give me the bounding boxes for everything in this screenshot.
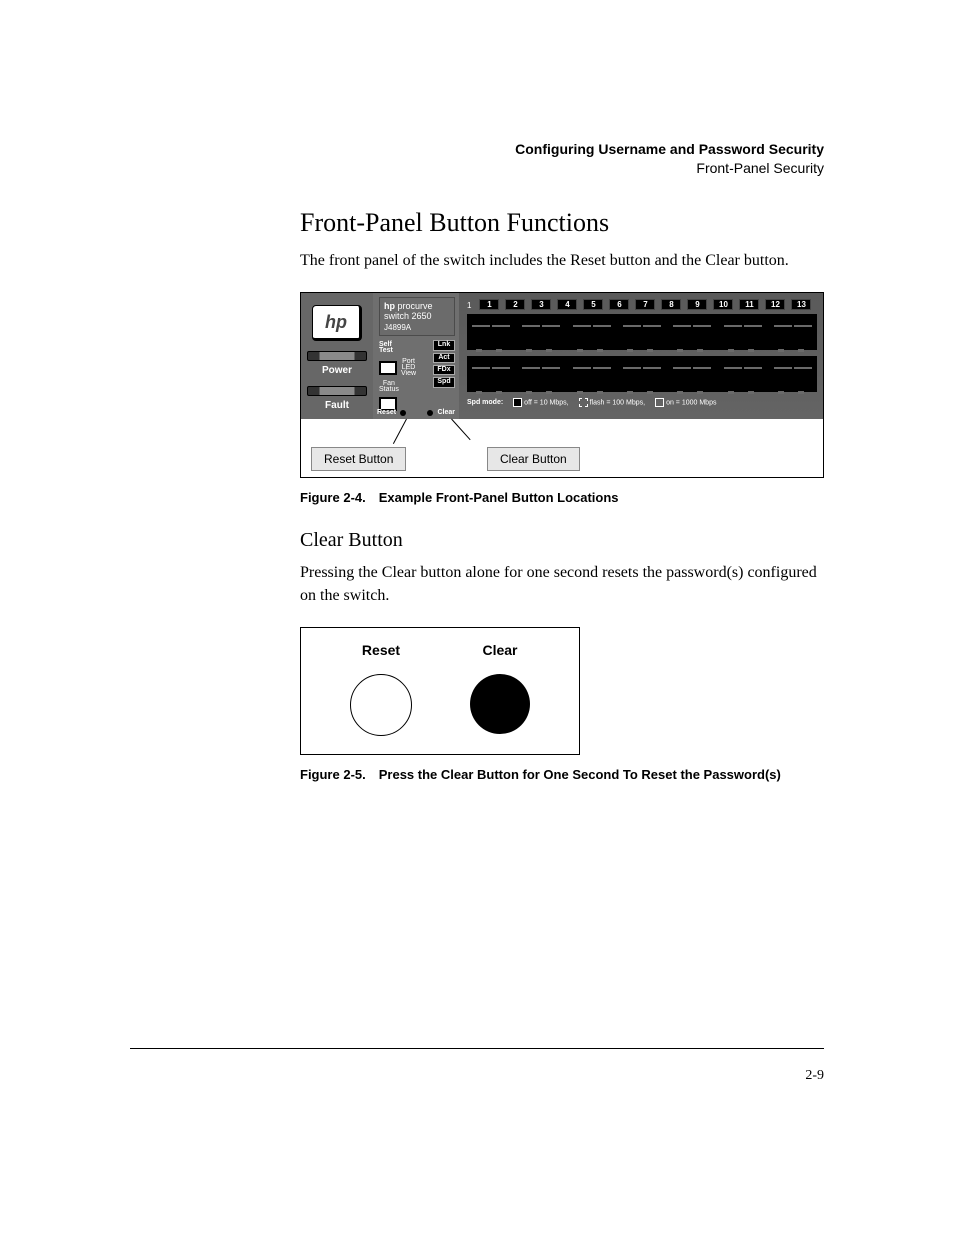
callout-clear: Clear Button <box>487 447 580 471</box>
section-heading: Front-Panel Button Functions <box>300 208 824 238</box>
spd-mode-legend: Spd mode: off = 10 Mbps, flash = 100 Mbp… <box>467 398 817 407</box>
page-number: 2-9 <box>805 1068 824 1084</box>
badge-lnk: Lnk <box>433 340 455 350</box>
fault-label: Fault <box>301 400 373 411</box>
figure-2-4-caption: Figure 2-4. Example Front-Panel Button L… <box>300 490 824 505</box>
figure-2-4: hp Power Fault hp procurve switch 2650 J… <box>300 292 824 478</box>
clear-button-paragraph: Pressing the Clear button alone for one … <box>300 562 820 607</box>
clear-button-icon <box>427 410 433 416</box>
fan-status-label: Fan Status <box>379 381 399 394</box>
port-number-row: 1 1 2 3 4 5 6 7 8 9 10 11 12 13 <box>467 299 817 310</box>
clear-button-heading: Clear Button <box>300 529 824 552</box>
fig25-clear-label: Clear <box>482 642 517 658</box>
hp-logo-icon: hp <box>312 305 362 341</box>
port-row-top <box>467 314 817 350</box>
self-test-label: Self Test <box>379 342 416 355</box>
power-led-bar <box>307 351 367 361</box>
header-chapter: Configuring Username and Password Securi… <box>130 140 824 159</box>
port-row-bottom <box>467 356 817 392</box>
model-plate: hp procurve switch 2650 J4899A <box>379 297 455 336</box>
header-section: Front-Panel Security <box>130 159 824 178</box>
reset-label: Reset <box>377 409 396 416</box>
fig25-reset-label: Reset <box>362 642 400 658</box>
badge-act: Act <box>433 353 455 363</box>
intro-paragraph: The front panel of the switch includes t… <box>300 250 824 272</box>
port-led-view-label: Port LED View <box>401 359 416 378</box>
clear-label: Clear <box>437 409 455 416</box>
reset-button-icon <box>400 410 406 416</box>
footer-rule <box>130 1048 824 1049</box>
fault-led-bar <box>307 386 367 396</box>
badge-spd: Spd <box>433 377 455 387</box>
reset-circle-icon <box>350 674 412 736</box>
badge-fdx: FDx <box>433 365 455 375</box>
clear-circle-icon <box>470 674 530 734</box>
self-test-led <box>379 361 397 375</box>
figure-2-5: Reset Clear <box>300 627 580 755</box>
power-label: Power <box>301 365 373 376</box>
running-header: Configuring Username and Password Securi… <box>130 140 824 178</box>
figure-2-5-caption: Figure 2-5. Press the Clear Button for O… <box>300 767 824 782</box>
callout-reset: Reset Button <box>311 447 406 471</box>
